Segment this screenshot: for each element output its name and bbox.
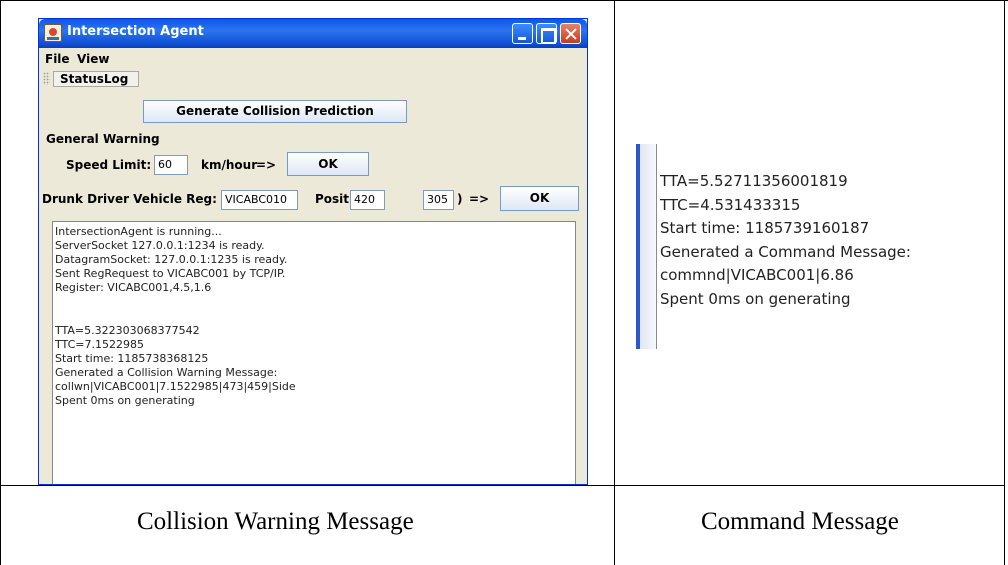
toolbar-grip-icon[interactable] <box>43 72 50 85</box>
close-button[interactable] <box>560 23 581 44</box>
status-log-textarea[interactable]: IntersectionAgent is running... ServerSo… <box>52 221 576 484</box>
figure-border-right <box>1004 0 1005 565</box>
command-log-line: TTA=5.52711356001819 <box>660 172 848 190</box>
panel-edge-border <box>656 144 657 349</box>
position-x-input[interactable]: 420 <box>350 190 385 210</box>
log-line: Sent RegRequest to VICABC001 by TCP/IP. <box>55 267 286 281</box>
position-close-paren: ) <box>457 192 463 206</box>
log-line: Spent 0ms on generating <box>55 394 195 408</box>
caption-collision-warning: Collision Warning Message <box>137 508 414 535</box>
menu-bar: File View <box>39 49 587 68</box>
log-line: ServerSocket 127.0.0.1:1234 is ready. <box>55 239 265 253</box>
log-line: TTA=5.322303068377542 <box>55 323 200 337</box>
caption-divider <box>0 485 1005 486</box>
minimize-button[interactable] <box>512 23 533 44</box>
command-log-line: commnd|VICABC001|6.86 <box>660 266 854 285</box>
log-line: collwn|VICABC001|7.1522985|473|459|Side <box>55 380 296 394</box>
speed-ok-button[interactable]: OK <box>287 152 369 176</box>
speed-limit-input[interactable]: 60 <box>154 155 188 175</box>
speed-limit-label: Speed Limit: <box>66 158 152 172</box>
log-line: Start time: 1185738368125 <box>55 351 209 365</box>
menu-view[interactable]: View <box>77 52 109 66</box>
command-log-line: TTC=4.531433315 <box>660 195 801 214</box>
drunk-driver-ok-button[interactable]: OK <box>500 186 579 211</box>
toolbar: StatusLog <box>39 69 587 88</box>
speed-unit-label: km/hour <box>201 158 258 172</box>
maximize-button[interactable] <box>536 23 557 44</box>
general-warning-label: General Warning <box>46 132 160 146</box>
log-line: Register: VICABC001,4.5,1.6 <box>55 281 212 295</box>
figure-border-left <box>0 0 1 565</box>
figure-divider <box>614 0 615 565</box>
window-title: Intersection Agent <box>67 24 204 39</box>
menu-file[interactable]: File <box>45 52 70 66</box>
position-y-input[interactable]: 305 <box>423 190 454 210</box>
vehicle-reg-input[interactable]: VICABC010 <box>221 190 298 210</box>
command-log-line: Generated a Command Message: <box>660 242 911 261</box>
position-arrow: => <box>469 192 490 206</box>
panel-edge-gradient <box>640 144 656 349</box>
speed-arrow: => <box>256 158 277 172</box>
command-log-line: Start time: 1185739160187 <box>660 219 870 238</box>
intersection-agent-window: Intersection Agent File View StatusLog G… <box>38 18 588 485</box>
log-line: IntersectionAgent is running... <box>55 225 222 238</box>
log-line: Generated a Collision Warning Message: <box>55 365 278 379</box>
command-log-textarea[interactable]: TTA=5.52711356001819 TTC=4.531433315 Sta… <box>660 170 911 312</box>
generate-collision-prediction-button[interactable]: Generate Collision Prediction <box>143 100 407 123</box>
java-app-icon <box>44 24 62 42</box>
log-line: DatagramSocket: 127.0.0.1:1235 is ready. <box>55 253 288 267</box>
title-bar[interactable]: Intersection Agent <box>39 19 587 48</box>
figure-border-top <box>0 0 1008 1</box>
log-line: TTC=7.1522985 <box>55 337 144 351</box>
command-log-line: Spent 0ms on generating <box>660 289 851 308</box>
statuslog-tab[interactable]: StatusLog <box>53 71 139 87</box>
drunk-driver-label: Drunk Driver Vehicle Reg: <box>42 192 217 206</box>
caption-command-message: Command Message <box>701 508 899 535</box>
